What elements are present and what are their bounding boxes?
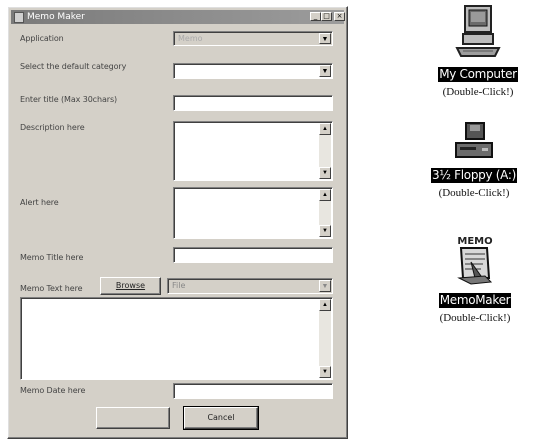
double-click-hint: (Double-Click!) <box>438 187 510 199</box>
category-select[interactable]: ▼ <box>173 63 333 79</box>
memo-title-input[interactable] <box>173 247 333 263</box>
vertical-scrollbar[interactable]: ▲ ▼ <box>319 299 331 378</box>
memo-date-input[interactable] <box>173 383 333 399</box>
title-bar[interactable]: Memo Maker _ □ × <box>11 10 345 24</box>
category-label: Select the default category <box>20 62 127 71</box>
title-label: Enter title (Max 30chars) <box>20 95 118 104</box>
browse-button[interactable]: Browse <box>100 277 161 295</box>
description-textarea[interactable]: ▲ ▼ <box>173 121 333 181</box>
desktop-label: 3½ Floppy (A:) <box>430 168 517 183</box>
chevron-down-icon: ▼ <box>319 33 331 44</box>
scroll-up-icon[interactable]: ▲ <box>319 189 331 201</box>
desktop-label: MemoMaker <box>438 293 512 308</box>
vertical-scrollbar[interactable]: ▲ ▼ <box>319 189 331 237</box>
application-select: Memo ▼ <box>173 31 333 46</box>
memo-maker-window: Memo Maker _ □ × Application Memo ▼ Sele… <box>7 6 348 439</box>
chevron-down-icon[interactable]: ▼ <box>319 65 331 77</box>
computer-icon[interactable] <box>455 4 501 60</box>
cancel-button[interactable]: Cancel <box>183 406 259 430</box>
memo-text-area[interactable]: ▲ ▼ <box>20 297 333 380</box>
desktop-item-floppy[interactable]: 3½ Floppy (A:) (Double-Click!) <box>413 119 535 199</box>
description-label: Description here <box>20 123 85 132</box>
memo-title-label: Memo Title here <box>20 253 84 262</box>
scroll-up-icon[interactable]: ▲ <box>319 123 331 135</box>
application-label: Application <box>20 34 64 43</box>
desktop-item-memomaker[interactable]: MEMO MemoMaker (Double-Click!) <box>414 232 536 324</box>
file-value: File <box>172 281 186 290</box>
minimize-button[interactable]: _ <box>310 12 321 21</box>
alert-label: Alert here <box>20 198 59 207</box>
title-input[interactable] <box>173 95 333 111</box>
close-button[interactable]: × <box>334 12 345 21</box>
window-title: Memo Maker <box>27 12 85 22</box>
app-icon <box>14 12 24 23</box>
application-value: Memo <box>178 34 203 43</box>
svg-text:MEMO: MEMO <box>457 236 492 247</box>
ok-button[interactable] <box>96 407 170 429</box>
scroll-down-icon[interactable]: ▼ <box>319 167 331 179</box>
scroll-down-icon[interactable]: ▼ <box>319 366 331 378</box>
memo-text-label: Memo Text here <box>20 284 83 293</box>
alert-textarea[interactable]: ▲ ▼ <box>173 187 333 239</box>
desktop-item-my-computer[interactable]: My Computer (Double-Click!) <box>418 4 537 98</box>
scroll-up-icon[interactable]: ▲ <box>319 299 331 311</box>
memo-date-label: Memo Date here <box>20 386 86 395</box>
scroll-down-icon[interactable]: ▼ <box>319 225 331 237</box>
double-click-hint: (Double-Click!) <box>439 312 511 324</box>
vertical-scrollbar[interactable]: ▲ ▼ <box>319 123 331 179</box>
floppy-drive-icon[interactable] <box>454 119 494 161</box>
chevron-down-icon: ▼ <box>319 280 331 292</box>
file-select: File ▼ <box>167 278 333 294</box>
maximize-button[interactable]: □ <box>321 12 332 21</box>
double-click-hint: (Double-Click!) <box>442 86 514 98</box>
memo-maker-icon[interactable]: MEMO <box>455 232 495 286</box>
desktop-label: My Computer <box>438 67 518 82</box>
